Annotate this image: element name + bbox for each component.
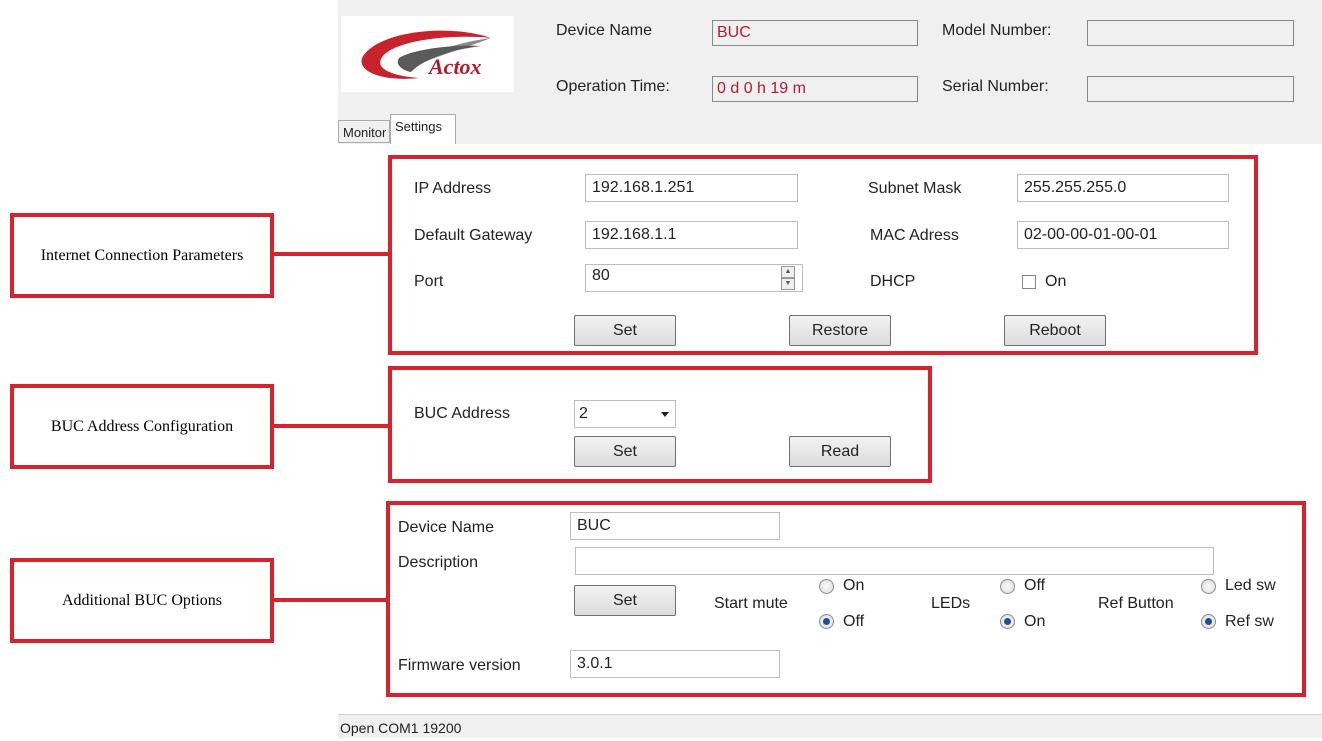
leds-label: LEDs (931, 595, 971, 612)
tab-monitor[interactable]: Monitor (338, 120, 390, 143)
ref-button-label: Ref Button (1098, 595, 1174, 612)
port-stepper[interactable]: ▲ ▼ (781, 266, 795, 290)
callout-connector (274, 252, 390, 256)
operation-time-display: 0 d 0 h 19 m (712, 76, 918, 102)
logo-text: Actox (427, 54, 482, 79)
leds-on-radio[interactable] (1000, 614, 1015, 629)
description-input[interactable] (575, 547, 1214, 575)
default-gateway-input[interactable]: 192.168.1.1 (585, 221, 798, 249)
buc-address-read-button[interactable]: Read (789, 436, 891, 467)
ref-led-sw-radio[interactable] (1201, 579, 1216, 594)
buc-address-label: BUC Address (414, 405, 511, 422)
status-bar: Open COM1 19200 (338, 714, 1322, 738)
company-logo: Actox (341, 16, 514, 92)
start-mute-off-radio[interactable] (819, 614, 834, 629)
subnet-mask-label: Subnet Mask (868, 180, 962, 197)
ref-ref-sw-radio[interactable] (1201, 614, 1216, 629)
start-mute-off-label: Off (843, 613, 865, 630)
options-device-name-label: Device Name (398, 519, 495, 536)
default-gateway-label: Default Gateway (414, 227, 533, 244)
dhcp-label: DHCP (870, 273, 916, 290)
start-mute-on-radio[interactable] (819, 579, 834, 594)
options-set-button[interactable]: Set (574, 585, 676, 616)
serial-number-label: Serial Number: (942, 78, 1049, 95)
options-device-name-input[interactable]: BUC (570, 512, 780, 540)
leds-off-radio[interactable] (1000, 579, 1015, 594)
model-number-label: Model Number: (942, 22, 1052, 39)
buc-address-value: 2 (579, 405, 588, 422)
start-mute-on-label: On (843, 577, 865, 594)
firmware-version-input: 3.0.1 (570, 650, 780, 678)
ip-address-label: IP Address (414, 180, 492, 197)
ref-led-sw-label: Led sw (1225, 577, 1276, 594)
ref-ref-sw-label: Ref sw (1225, 613, 1274, 630)
port-input[interactable]: 80 (585, 264, 803, 292)
buc-address-select[interactable]: 2 (574, 400, 676, 428)
ip-address-input[interactable]: 192.168.1.251 (585, 174, 798, 202)
device-name-display: BUC (712, 20, 918, 46)
tab-settings[interactable]: Settings (390, 114, 456, 144)
subnet-mask-input[interactable]: 255.255.255.0 (1017, 174, 1229, 202)
dhcp-option-label: On (1045, 273, 1067, 290)
buc-address-set-button[interactable]: Set (574, 436, 676, 467)
mac-address-label: MAC Adress (870, 227, 959, 244)
firmware-version-label: Firmware version (398, 657, 521, 674)
serial-number-display (1087, 76, 1294, 102)
network-restore-button[interactable]: Restore (789, 315, 891, 346)
model-number-display (1087, 20, 1294, 46)
chevron-up-icon[interactable]: ▲ (781, 266, 795, 278)
network-reboot-button[interactable]: Reboot (1004, 315, 1106, 346)
device-name-label: Device Name (556, 22, 653, 39)
port-label: Port (414, 273, 444, 290)
callout-buc-address: BUC Address Configuration (10, 384, 274, 469)
description-label: Description (398, 554, 479, 571)
callout-internet-connection: Internet Connection Parameters (10, 213, 274, 298)
callout-additional-options: Additional BUC Options (10, 558, 274, 643)
callout-connector (274, 424, 390, 428)
chevron-down-icon[interactable] (661, 412, 669, 417)
network-set-button[interactable]: Set (574, 315, 676, 346)
leds-off-label: Off (1024, 577, 1046, 594)
operation-time-label: Operation Time: (556, 78, 670, 95)
mac-address-input[interactable]: 02-00-00-01-00-01 (1017, 221, 1229, 249)
leds-on-label: On (1024, 613, 1046, 630)
start-mute-label: Start mute (714, 595, 788, 612)
callout-connector (274, 598, 390, 602)
dhcp-checkbox[interactable] (1022, 275, 1036, 289)
chevron-down-icon[interactable]: ▼ (781, 278, 795, 290)
